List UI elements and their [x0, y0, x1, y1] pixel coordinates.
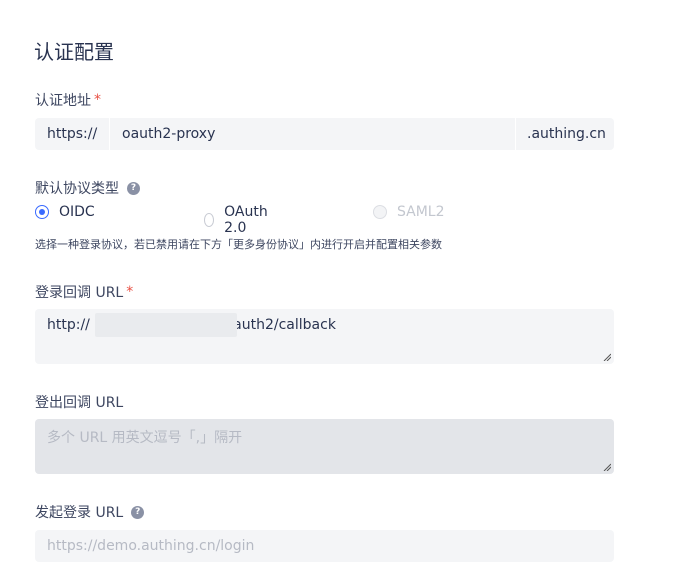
radio-oauth2[interactable]: OAuth 2.0 — [204, 204, 272, 236]
login-callback-label-text: 登录回调 URL — [35, 285, 124, 301]
prefix-divider — [109, 118, 110, 150]
resize-handle-icon[interactable] — [603, 353, 611, 361]
required-mark: * — [94, 92, 101, 108]
suffix-divider — [515, 118, 516, 150]
auth-address-label: 认证地址 * — [35, 90, 101, 110]
radio-unchecked-icon — [204, 213, 215, 227]
radio-checked-icon — [35, 205, 49, 219]
question-circle-icon[interactable]: ? — [131, 505, 145, 519]
url-suffix: .authing.cn — [527, 126, 606, 142]
logout-callback-textarea[interactable]: 多个 URL 用英文逗号「,」隔开 — [35, 419, 614, 474]
section-title: 认证配置 — [34, 40, 114, 64]
auth-address-field: https:// oauth2-proxy .authing.cn — [35, 118, 614, 150]
callback-url-end: /oauth2/callback — [219, 317, 336, 333]
radio-oidc[interactable]: OIDC — [35, 204, 95, 220]
login-callback-label: 登录回调 URL * — [35, 282, 133, 302]
radio-saml2: SAML2 — [373, 204, 445, 220]
radio-label: SAML2 — [397, 204, 445, 220]
required-mark: * — [126, 284, 134, 300]
resize-handle-icon[interactable] — [603, 463, 611, 471]
initiate-login-label-text: 发起登录 URL — [35, 505, 124, 521]
logout-callback-label-text: 登出回调 URL — [35, 395, 124, 411]
protocol-label: 默认协议类型 ? — [35, 178, 140, 198]
question-circle-icon[interactable]: ? — [127, 181, 140, 195]
radio-label: OIDC — [59, 204, 95, 220]
initiate-login-input[interactable]: https://demo.authing.cn/login — [35, 530, 614, 562]
auth-config-panel: 认证配置 认证地址 * https:// oauth2-proxy .authi… — [0, 0, 689, 588]
auth-address-input[interactable]: oauth2-proxy — [122, 118, 215, 150]
radio-label: OAuth 2.0 — [224, 204, 268, 236]
url-prefix: https:// — [47, 126, 98, 142]
redaction-blur — [95, 313, 237, 337]
logout-callback-label: 登出回调 URL — [35, 392, 123, 412]
radio-disabled-icon — [373, 205, 387, 219]
protocol-hint: 选择一种登录协议，若已禁用请在下方「更多身份协议」内进行开启并配置相关参数 — [35, 238, 442, 251]
logout-callback-placeholder: 多个 URL 用英文逗号「,」隔开 — [47, 430, 243, 446]
auth-address-label-text: 认证地址 — [35, 93, 91, 109]
initiate-login-placeholder: https://demo.authing.cn/login — [47, 538, 255, 554]
callback-url-start: http:// — [47, 317, 90, 333]
initiate-login-label: 发起登录 URL ? — [35, 502, 145, 522]
protocol-label-text: 默认协议类型 — [35, 181, 119, 197]
